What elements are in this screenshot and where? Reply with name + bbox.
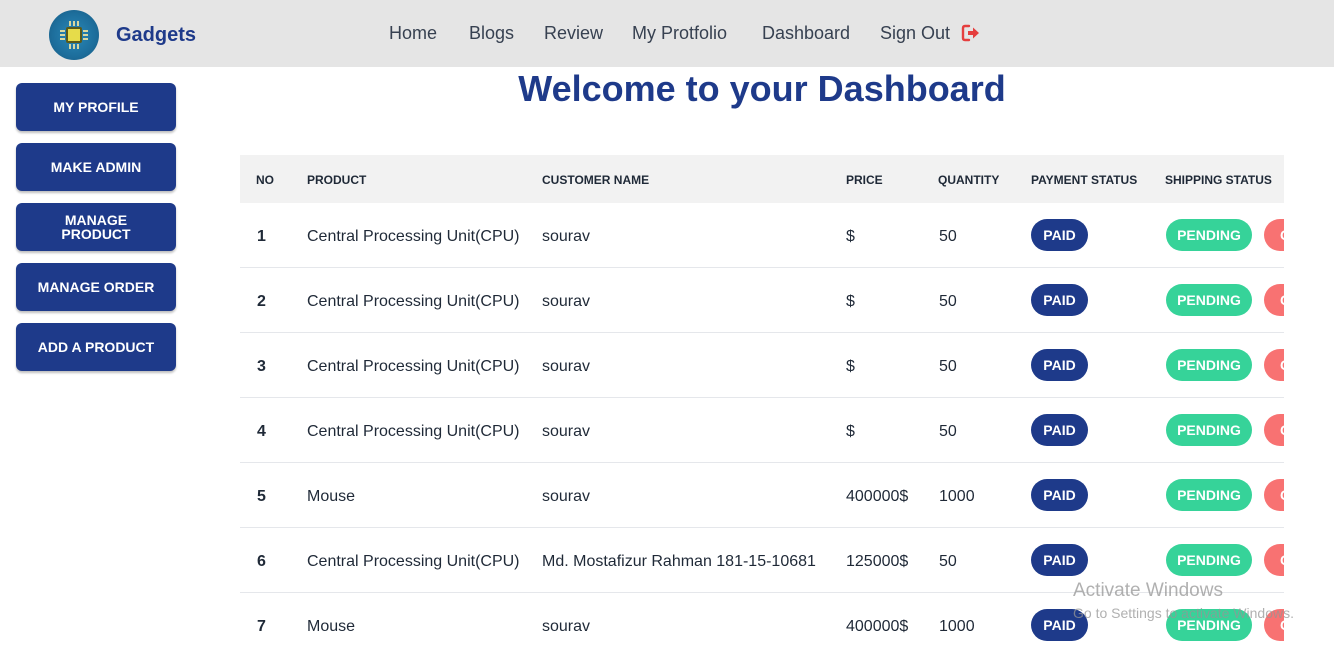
header-price: PRICE	[846, 173, 883, 187]
cell-quantity: 50	[939, 293, 957, 310]
cell-price: $	[846, 423, 855, 440]
cancel-button[interactable]: C	[1264, 414, 1284, 446]
paid-badge: PAID	[1031, 219, 1088, 251]
cell-price: 125000$	[846, 553, 909, 570]
paid-badge: PAID	[1031, 414, 1088, 446]
cell-quantity: 1000	[939, 488, 975, 505]
header-shipping-status: SHIPPING STATUS	[1165, 173, 1272, 187]
cell-no: 3	[257, 358, 266, 375]
pending-status-button[interactable]: PENDING	[1166, 544, 1252, 576]
activate-windows-watermark: Activate Windows	[1073, 580, 1223, 601]
cell-customer: sourav	[542, 618, 591, 635]
table-header: NO PRODUCT CUSTOMER NAME PRICE QUANTITY …	[240, 155, 1284, 203]
nav-link-dashboard[interactable]: Dashboard	[762, 23, 850, 44]
paid-badge: PAID	[1031, 479, 1088, 511]
pending-status-button[interactable]: PENDING	[1166, 284, 1252, 316]
paid-badge: PAID	[1031, 349, 1088, 381]
brand-name[interactable]: Gadgets	[116, 24, 196, 47]
cell-quantity: 50	[939, 358, 957, 375]
cell-quantity: 50	[939, 423, 957, 440]
cancel-button[interactable]: C	[1264, 544, 1284, 576]
manage-product-button[interactable]: MANAGE PRODUCT	[16, 203, 176, 251]
paid-badge: PAID	[1031, 544, 1088, 576]
nav-link-home[interactable]: Home	[389, 23, 437, 44]
page-title: Welcome to your Dashboard	[518, 68, 1006, 109]
cell-quantity: 1000	[939, 618, 975, 635]
cancel-button[interactable]: C	[1264, 284, 1284, 316]
cell-customer: sourav	[542, 358, 591, 375]
nav-link-review[interactable]: Review	[544, 23, 603, 44]
cell-no: 4	[257, 423, 266, 440]
table-row: 5 Mouse sourav 400000$ 1000 PAID PENDING…	[240, 463, 1284, 528]
cell-no: 5	[257, 488, 266, 505]
cancel-button[interactable]: C	[1264, 349, 1284, 381]
header-no: NO	[256, 173, 274, 187]
table-row: 2 Central Processing Unit(CPU) sourav $ …	[240, 268, 1284, 333]
pending-status-button[interactable]: PENDING	[1166, 219, 1252, 251]
cell-price: 400000$	[846, 618, 909, 635]
cell-quantity: 50	[939, 553, 957, 570]
cell-product: Mouse	[307, 488, 356, 505]
nav-link-portfolio[interactable]: My Protfolio	[632, 23, 727, 44]
pending-status-button[interactable]: PENDING	[1166, 414, 1252, 446]
cell-price: $	[846, 228, 855, 245]
header-customer-name: CUSTOMER NAME	[542, 173, 650, 187]
table-row: 1 Central Processing Unit(CPU) sourav $ …	[240, 203, 1284, 268]
cancel-button[interactable]: C	[1264, 219, 1284, 251]
cell-price: 400000$	[846, 488, 909, 505]
cell-no: 2	[257, 293, 266, 310]
manage-order-button[interactable]: MANAGE ORDER	[16, 263, 176, 311]
make-admin-button[interactable]: MAKE ADMIN	[16, 143, 176, 191]
cell-customer: sourav	[542, 293, 591, 310]
navbar: Gadgets Home Blogs Review My Protfolio D…	[0, 0, 1334, 67]
paid-badge: PAID	[1031, 284, 1088, 316]
cancel-button[interactable]: C	[1264, 479, 1284, 511]
cell-product: Central Processing Unit(CPU)	[307, 423, 520, 440]
pending-status-button[interactable]: PENDING	[1166, 479, 1252, 511]
add-product-button[interactable]: ADD A PRODUCT	[16, 323, 176, 371]
cell-product: Central Processing Unit(CPU)	[307, 553, 520, 570]
cell-price: $	[846, 293, 855, 310]
pending-status-button[interactable]: PENDING	[1166, 349, 1252, 381]
cell-no: 1	[257, 228, 266, 245]
cell-product: Central Processing Unit(CPU)	[307, 293, 520, 310]
cell-customer: sourav	[542, 488, 591, 505]
sign-out-icon[interactable]	[961, 23, 981, 43]
activate-windows-hint: Go to Settings to activate Windows.	[1073, 605, 1294, 621]
header-payment-status: PAYMENT STATUS	[1031, 173, 1138, 187]
cell-product: Central Processing Unit(CPU)	[307, 358, 520, 375]
table-row: 4 Central Processing Unit(CPU) sourav $ …	[240, 398, 1284, 463]
cell-quantity: 50	[939, 228, 957, 245]
cell-no: 6	[257, 553, 266, 570]
cell-product: Central Processing Unit(CPU)	[307, 228, 520, 245]
cell-price: $	[846, 358, 855, 375]
nav-link-blogs[interactable]: Blogs	[469, 23, 514, 44]
cell-no: 7	[257, 618, 266, 635]
nav-link-sign-out[interactable]: Sign Out	[880, 23, 950, 44]
cell-customer: sourav	[542, 228, 591, 245]
header-quantity: QUANTITY	[938, 173, 1000, 187]
cell-product: Mouse	[307, 618, 356, 635]
cell-customer: sourav	[542, 423, 591, 440]
cell-customer: Md. Mostafizur Rahman 181-15-10681	[542, 553, 816, 570]
chip-logo-icon[interactable]	[49, 10, 99, 60]
table-row: 3 Central Processing Unit(CPU) sourav $ …	[240, 333, 1284, 398]
header-product: PRODUCT	[307, 173, 367, 187]
table-row: 7 Mouse sourav 400000$ 1000 PAID PENDING…	[240, 593, 1284, 655]
my-profile-button[interactable]: MY PROFILE	[16, 83, 176, 131]
